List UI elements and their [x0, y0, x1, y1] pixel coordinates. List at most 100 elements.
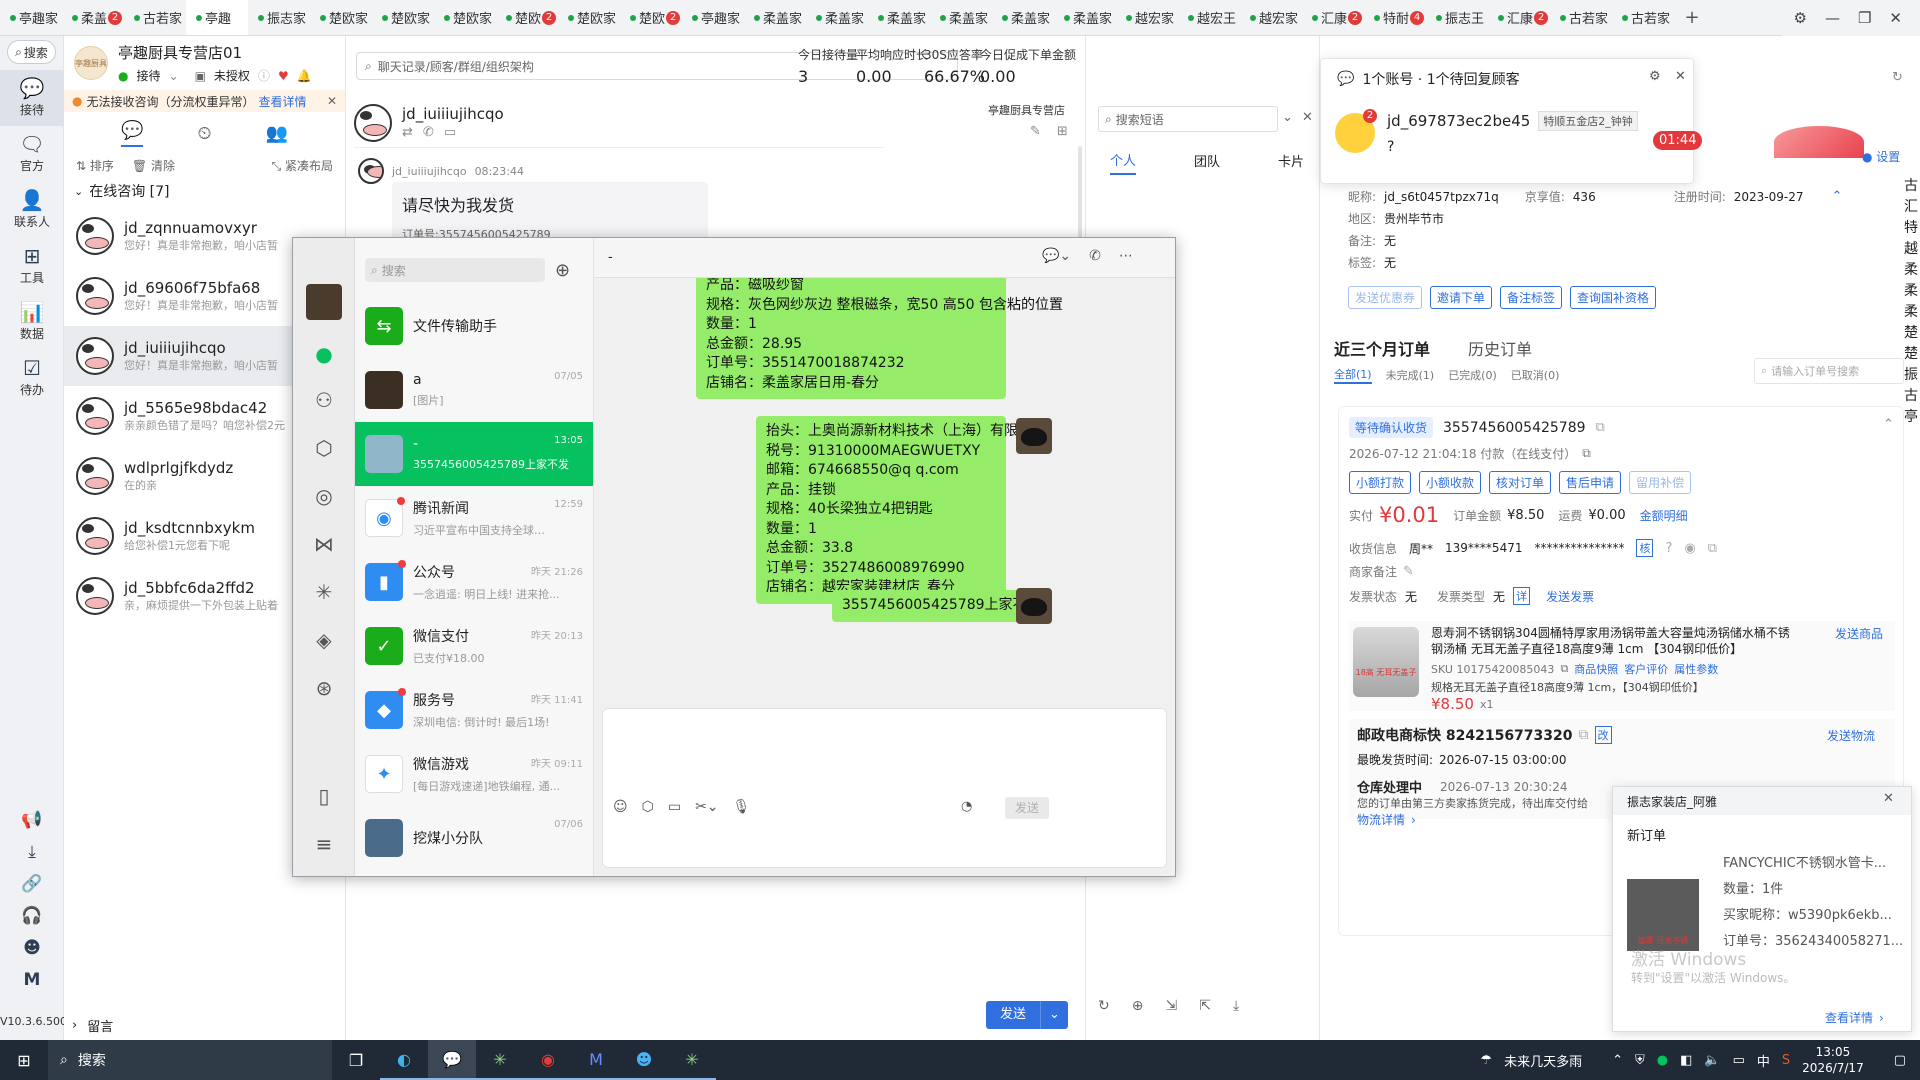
customer-action-button[interactable]: 发送优惠券	[1348, 286, 1423, 309]
note-icon[interactable]: ▭	[444, 125, 456, 140]
product-title[interactable]: 恩寿洞不锈钢锅304圆桶特厚家用汤锅带盖大容量炖汤锅储水桶不锈钢汤桶 无耳无盖子…	[1431, 625, 1801, 657]
wechat-chat-item[interactable]: a [图片] 07/05	[355, 358, 593, 422]
edit-logistics-button[interactable]: 改	[1594, 726, 1612, 744]
copy-icon[interactable]: ⧉	[1708, 541, 1717, 556]
folder-icon[interactable]: ▭	[668, 799, 681, 815]
tray-app-icon[interactable]: ◧	[1680, 1053, 1692, 1068]
chevron-up-icon[interactable]: ⌃	[1883, 417, 1894, 432]
call-icon[interactable]: ✆	[1089, 248, 1101, 264]
transfer-icon[interactable]: ⇄	[402, 125, 413, 140]
download-icon[interactable]: ⤓	[0, 842, 64, 862]
tray-chevron-icon[interactable]: ⌃	[1612, 1053, 1623, 1068]
send-product-link[interactable]: 发送商品	[1835, 625, 1883, 642]
sort-button[interactable]: ⇅ 排序	[76, 157, 114, 174]
send-invoice-link[interactable]: 发送发票	[1546, 588, 1594, 605]
copy-icon[interactable]: ⧉	[1582, 446, 1591, 461]
bag-icon[interactable]: ⊞	[1057, 124, 1068, 139]
shop-shortcut[interactable]: 亭	[1904, 407, 1920, 428]
popup-product-image[interactable]: 加厚 送水不锈	[1627, 879, 1699, 951]
tab-shop-9[interactable]: 楚欧家	[558, 0, 620, 35]
my-avatar[interactable]	[306, 284, 342, 320]
more-icon[interactable]: ⋯	[1119, 248, 1133, 264]
edit-icon[interactable]: ✎	[1030, 124, 1041, 139]
menu-icon[interactable]: ≡	[293, 832, 355, 856]
chevron-right-icon[interactable]: ›	[72, 1018, 77, 1033]
send-button[interactable]: 发送	[986, 1001, 1040, 1029]
bell-icon[interactable]: 🔔	[297, 69, 312, 83]
robot-icon[interactable]: ☻	[0, 938, 64, 958]
order-action-button[interactable]: 留用补偿	[1629, 471, 1692, 494]
tab-shop-12[interactable]: 柔盖家	[744, 0, 806, 35]
rail-item-5[interactable]: ☑ 待办	[0, 350, 64, 406]
phone-icon[interactable]: ▯	[293, 784, 355, 808]
help-icon[interactable]: ?	[1665, 541, 1672, 556]
wechat-chat-item[interactable]: ◉ 腾讯新闻 习近平宣布中国支持全球… 12:59	[355, 486, 593, 550]
tab-shop-11[interactable]: 亭趣家	[682, 0, 744, 35]
tab-shop-14[interactable]: 柔盖家	[868, 0, 930, 35]
tab-history-orders[interactable]: 历史订单	[1468, 336, 1532, 360]
tab-shop-3[interactable]: 亭趣	[186, 0, 248, 35]
channels-icon[interactable]: ⋈	[293, 532, 355, 556]
scissors-icon[interactable]: ✂⌄	[695, 799, 718, 815]
shop-shortcut[interactable]: 柔	[1904, 281, 1920, 302]
contacts-icon[interactable]: ⚇	[293, 388, 355, 412]
refresh-icon[interactable]: ↻	[1098, 998, 1110, 1014]
tab-shop-19[interactable]: 越宏王	[1178, 0, 1240, 35]
shop-shortcut[interactable]: 楚	[1904, 344, 1920, 365]
tab-shop-13[interactable]: 柔盖家	[806, 0, 868, 35]
favorites-icon[interactable]: ⬡	[293, 436, 355, 460]
tab-shop-15[interactable]: 柔盖家	[930, 0, 992, 35]
voice-icon[interactable]: ◔	[961, 799, 972, 814]
compact-layout-button[interactable]: ⤡ 紧凑布局	[272, 157, 333, 174]
phrase-search-input[interactable]: ⌕ 搜索短语	[1098, 106, 1278, 132]
popup-detail-link[interactable]: 查看详情	[1825, 1009, 1873, 1026]
mini-program-icon[interactable]: ⊛	[293, 676, 355, 700]
copy-icon[interactable]: ⧉	[1560, 662, 1568, 676]
order-filter-tab[interactable]: 已取消(0)	[1511, 367, 1560, 383]
group-tab-icon[interactable]: 👥	[266, 123, 288, 144]
section-online-consult[interactable]: 在线咨询 [7]	[89, 181, 169, 201]
minimize-icon[interactable]: —	[1825, 9, 1840, 27]
wechat-icon[interactable]: 💬	[428, 1040, 476, 1080]
customer-action-button[interactable]: 备注标签	[1500, 286, 1563, 309]
phone-icon[interactable]: ✆	[423, 125, 434, 140]
discover-icon[interactable]: ✳	[293, 580, 355, 604]
close-icon[interactable]: ✕	[1883, 791, 1894, 806]
tab-shop-0[interactable]: 亭趣家	[0, 0, 62, 35]
notification-icon[interactable]: ▢	[1894, 1053, 1906, 1068]
chats-icon[interactable]: ●	[293, 342, 355, 366]
gear-icon[interactable]: ⚙	[1649, 69, 1661, 84]
shop-shortcut[interactable]: 古	[1904, 176, 1920, 197]
shop-shortcut[interactable]: 振	[1904, 365, 1920, 386]
ime-indicator[interactable]: 中	[1757, 1051, 1770, 1070]
gear-icon[interactable]: ⚙	[1794, 9, 1807, 27]
tab-shop-20[interactable]: 越宏家	[1240, 0, 1302, 35]
shop-shortcut[interactable]: 汇	[1904, 197, 1920, 218]
app-red-icon[interactable]: ◉	[524, 1040, 572, 1080]
wechat-send-button[interactable]: 发送	[1005, 797, 1049, 819]
tab-shop-1[interactable]: 柔盖 2	[62, 0, 124, 35]
export-icon[interactable]: ⇱	[1199, 998, 1211, 1014]
shop-shortcut[interactable]: 越	[1904, 239, 1920, 260]
amount-detail-link[interactable]: 金额明细	[1640, 507, 1688, 524]
tab-shop-26[interactable]: 古若家	[1612, 0, 1674, 35]
clock-date[interactable]: 2026/7/17	[1802, 1060, 1864, 1076]
wechat-input-box[interactable]: ☺ ⬡ ▭ ✂⌄ 🎙 ◔ 发送	[602, 708, 1167, 868]
wechat-tray-icon[interactable]: ●	[1657, 1053, 1668, 1068]
sogou-icon[interactable]: S	[1782, 1053, 1790, 1068]
order-action-button[interactable]: 核对订单	[1489, 471, 1552, 494]
rail-item-4[interactable]: 📊 数据	[0, 294, 64, 350]
rail-item-3[interactable]: ⊞ 工具	[0, 238, 64, 294]
send-logistics-link[interactable]: 发送物流	[1827, 727, 1875, 744]
microphone-icon[interactable]: 🎙	[733, 799, 751, 815]
download-icon[interactable]: ⤓	[1233, 998, 1239, 1014]
order-action-button[interactable]: 小额收款	[1419, 471, 1482, 494]
app-star-icon[interactable]: ✳	[476, 1040, 524, 1080]
rail-item-1[interactable]: 🗨 官方	[0, 126, 64, 182]
chevron-down-icon[interactable]: ⌄	[74, 185, 83, 198]
taskbar-search[interactable]: ⌕ 搜索	[48, 1040, 332, 1080]
copy-icon[interactable]: ⧉	[1579, 727, 1589, 743]
rail-search-button[interactable]: ⌕ 搜索	[7, 40, 56, 64]
order-filter-tab[interactable]: 全部(1)	[1334, 366, 1372, 384]
wechat-chat-item[interactable]: 挖煤小分队 07/06	[355, 806, 593, 870]
